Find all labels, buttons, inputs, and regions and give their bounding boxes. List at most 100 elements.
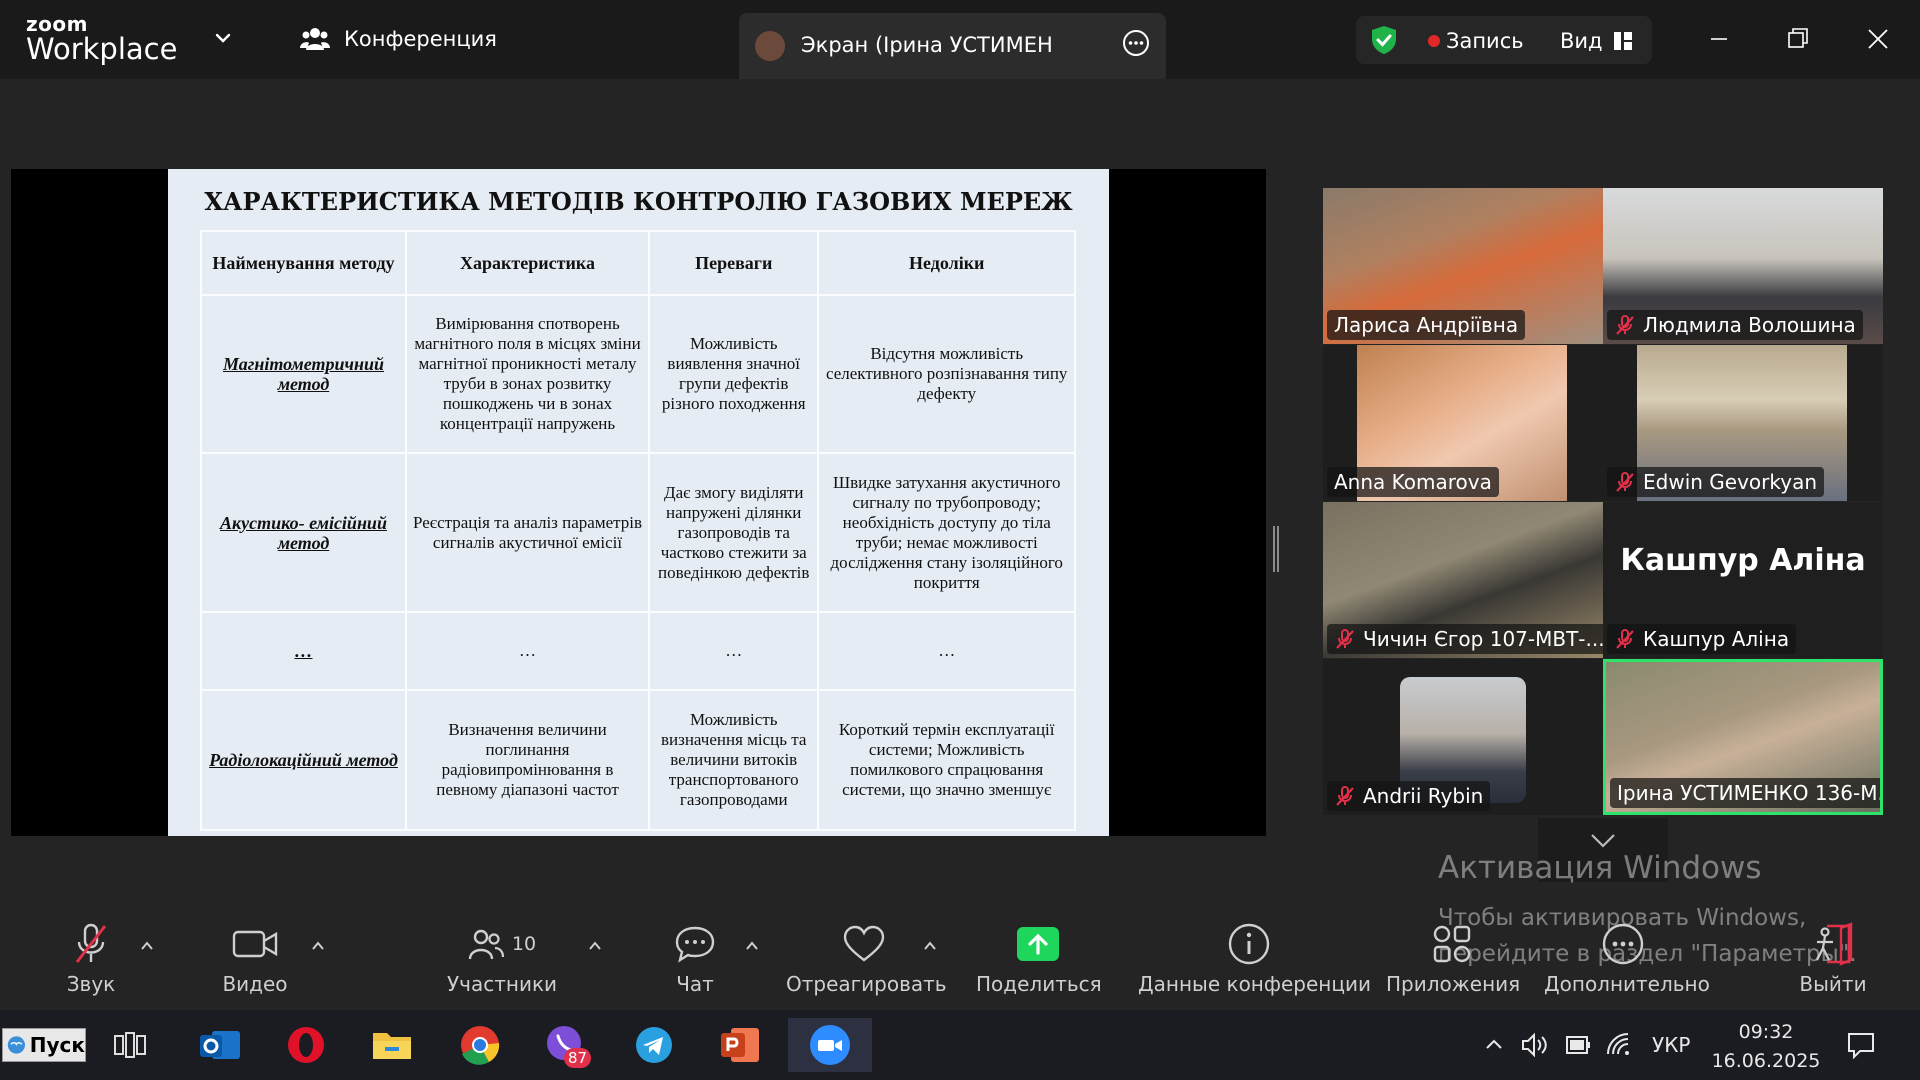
table-header: Переваги — [648, 230, 820, 296]
taskbar-viber[interactable]: 87 — [536, 1018, 596, 1072]
method-name: Магнітометричний метод — [200, 294, 407, 454]
method-advantages: Можливість визначення місць та величини … — [648, 689, 820, 831]
participant-tile[interactable]: Кашпур Аліна Кашпур Аліна — [1603, 502, 1883, 658]
battery-icon[interactable] — [1562, 1033, 1594, 1057]
participant-tile[interactable]: Anna Komarova — [1323, 345, 1603, 501]
mic-muted-icon — [1616, 629, 1634, 649]
recording-label: Запись — [1446, 29, 1524, 53]
screen-share-tab[interactable]: Экран (Ірина УСТИМЕНКО 136-М — [739, 13, 1166, 79]
chevron-down-icon[interactable] — [213, 28, 233, 48]
participants-count: 10 — [511, 933, 537, 955]
chat-options-caret-icon[interactable] — [744, 938, 760, 954]
participant-tile[interactable]: Чичин Єгор 107-МВТ-... — [1323, 502, 1603, 658]
title-bar: zoom Workplace Конференция Экран (Ірина … — [0, 0, 1920, 79]
participant-tile[interactable]: Лариса Андріївна — [1323, 188, 1603, 344]
zoom-app-icon — [810, 1025, 850, 1065]
participant-tile[interactable]: Andrii Rybin — [1323, 659, 1603, 815]
audio-button[interactable]: Звук — [58, 922, 124, 996]
participant-name-tag: Andrii Rybin — [1327, 781, 1491, 811]
view-label: Вид — [1560, 29, 1603, 53]
share-screen-button[interactable]: Поделиться — [976, 922, 1102, 996]
chat-button[interactable]: Чат — [670, 922, 720, 996]
video-options-caret-icon[interactable] — [310, 938, 326, 954]
notifications-icon[interactable] — [1846, 1030, 1876, 1060]
audio-options-caret-icon[interactable] — [139, 938, 155, 954]
meeting-info-button[interactable]: Данные конференции — [1138, 922, 1371, 996]
system-clock[interactable]: 09:32 16.06.2025 — [1700, 1018, 1832, 1076]
method-disadvantages: Відсутня можливість селективного розпізн… — [817, 294, 1076, 454]
meeting-status-group: Запись Вид — [1356, 16, 1652, 64]
grid-view-icon — [1613, 32, 1632, 50]
more-button[interactable]: Дополнительно — [1544, 922, 1710, 996]
table-row: Магнітометричний метод Вимірювання спотв… — [200, 294, 1076, 454]
table-header: Характеристика — [404, 230, 651, 296]
input-language[interactable]: УКР — [1652, 1033, 1690, 1057]
conference-tab[interactable]: Конференция — [300, 26, 497, 52]
avatar — [755, 31, 785, 61]
heart-icon — [843, 925, 885, 962]
method-name: … — [200, 611, 407, 691]
system-tray: УКР — [1482, 1010, 1690, 1080]
participant-name-tag: Людмила Волошина — [1607, 310, 1863, 340]
method-characteristic: … — [404, 611, 651, 691]
participant-tile[interactable]: Людмила Волошина — [1603, 188, 1883, 344]
volume-icon[interactable] — [1520, 1032, 1550, 1058]
task-view-icon — [114, 1032, 146, 1058]
taskbar-telegram[interactable] — [624, 1018, 684, 1072]
participant-name-tag: Ірина УСТИМЕНКО 136-М... — [1610, 778, 1880, 808]
opera-icon — [288, 1027, 324, 1063]
participants-button[interactable]: 10 Участники — [446, 922, 558, 996]
participants-options-caret-icon[interactable] — [587, 938, 603, 954]
table-row: Акустико- емісійний метод Реєстрація та … — [200, 452, 1076, 613]
panel-resize-handle[interactable] — [1273, 526, 1279, 572]
start-button[interactable]: Пуск — [2, 1028, 86, 1062]
taskbar-chrome[interactable] — [450, 1018, 510, 1072]
react-options-caret-icon[interactable] — [922, 938, 938, 954]
taskbar-outlook[interactable] — [190, 1018, 250, 1072]
leave-button[interactable]: Выйти — [1796, 922, 1870, 996]
participant-tile-active-speaker[interactable]: Ірина УСТИМЕНКО 136-М... — [1603, 659, 1883, 815]
task-view-button[interactable] — [100, 1018, 160, 1072]
notification-badge: 87 — [564, 1048, 592, 1068]
minimize-icon[interactable] — [1704, 24, 1734, 54]
outlook-icon — [200, 1031, 240, 1059]
more-options-icon — [1602, 923, 1644, 965]
info-icon — [1228, 923, 1270, 965]
close-icon[interactable] — [1863, 24, 1893, 54]
recording-indicator[interactable]: Запись — [1428, 29, 1524, 53]
share-screen-icon — [1017, 927, 1059, 961]
react-button[interactable]: Отреагировать — [786, 922, 947, 996]
folder-icon — [373, 1033, 411, 1059]
zoom-logo: zoom Workplace — [26, 12, 178, 66]
method-characteristic: Вимірювання спотворень магнітного поля в… — [404, 294, 651, 454]
mic-muted-icon — [1336, 629, 1354, 649]
restore-icon[interactable] — [1783, 24, 1813, 54]
video-button[interactable]: Видео — [218, 922, 292, 996]
tray-overflow-chevron-icon[interactable] — [1482, 1033, 1506, 1057]
taskbar-powerpoint[interactable] — [710, 1018, 770, 1072]
apps-button[interactable]: Приложения — [1386, 922, 1520, 996]
chat-icon — [675, 926, 715, 963]
taskbar-file-explorer[interactable] — [362, 1018, 422, 1072]
windows-taskbar: Пуск 87 УКР 09:32 16.06.2025 — [0, 1010, 1920, 1080]
taskbar-zoom[interactable] — [788, 1018, 872, 1072]
wifi-icon[interactable] — [1606, 1032, 1636, 1058]
clock-date: 16.06.2025 — [1711, 1050, 1821, 1072]
mic-muted-icon — [1336, 786, 1354, 806]
telegram-icon — [636, 1027, 672, 1063]
windows-logo-icon — [7, 1036, 25, 1054]
participant-name-tag: Anna Komarova — [1327, 467, 1499, 497]
security-shield-icon[interactable] — [1370, 25, 1398, 55]
mic-muted-icon — [1616, 472, 1634, 492]
view-button[interactable]: Вид — [1560, 29, 1633, 53]
table-row: Радіолокаційний метод Визначення величин… — [200, 689, 1076, 831]
methods-table: Найменування методу Характеристика Перев… — [200, 230, 1076, 831]
video-camera-icon — [232, 930, 278, 958]
taskbar-opera[interactable] — [276, 1018, 336, 1072]
conference-label: Конференция — [344, 27, 497, 51]
participant-tile[interactable]: Edwin Gevorkyan — [1603, 345, 1883, 501]
table-header-row: Найменування методу Характеристика Перев… — [200, 230, 1076, 296]
more-options-icon[interactable] — [1122, 29, 1150, 57]
participants-icon — [468, 929, 504, 960]
method-characteristic: Реєстрація та аналіз параметрів сигналів… — [404, 452, 651, 613]
